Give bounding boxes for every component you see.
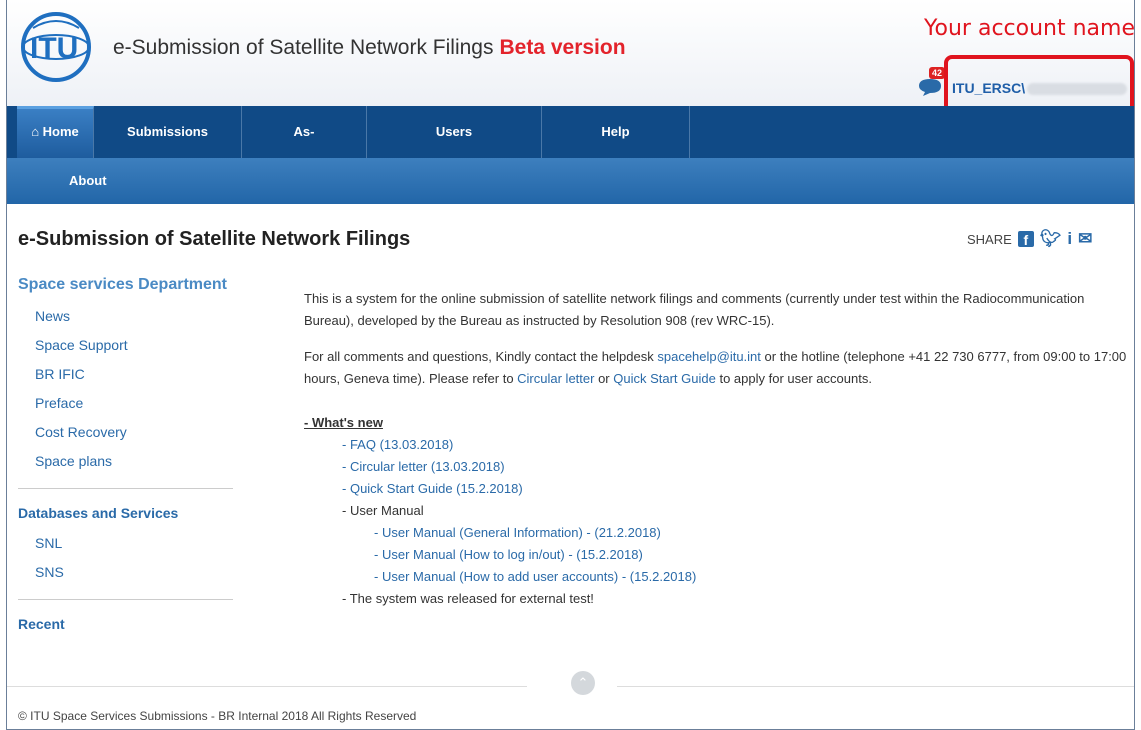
- contact-text: For all comments and questions, Kindly c…: [304, 349, 658, 364]
- sidebar: Space services Department News Space Sup…: [18, 276, 238, 640]
- quick-start-guide-news-label: Quick Start Guide (15.2.2018): [349, 481, 523, 496]
- sidebar-heading-recent[interactable]: Recent: [18, 616, 238, 632]
- sidebar-item-space-plans[interactable]: Space plans: [18, 447, 238, 476]
- facebook-icon[interactable]: f: [1017, 231, 1034, 248]
- dash: -: [374, 547, 382, 562]
- dash: -: [374, 525, 382, 540]
- quick-start-guide-link[interactable]: Quick Start Guide: [613, 371, 716, 386]
- dash: -: [374, 569, 382, 584]
- sidebar-item-space-support[interactable]: Space Support: [18, 331, 238, 360]
- user-manual-login-label: User Manual (How to log in/out) - (15.2.…: [381, 547, 643, 562]
- dash: -: [342, 459, 350, 474]
- footer-divider: [7, 686, 527, 687]
- header: ITU e-Submission of Satellite Network Fi…: [7, 0, 1135, 125]
- whats-new-heading: - What's new: [304, 415, 383, 430]
- whats-new-section: - What's new - FAQ (13.03.2018) - Circul…: [304, 412, 1134, 610]
- tab-home[interactable]: ⌂ Home: [17, 106, 94, 158]
- annotation-label: Your account name: [924, 16, 1135, 41]
- main-content: This is a system for the online submissi…: [304, 288, 1134, 610]
- home-icon: ⌂: [31, 124, 40, 139]
- list-item: - User Manual (How to log in/out) - (15.…: [304, 544, 1134, 566]
- user-manual-label: - User Manual: [342, 503, 424, 518]
- main-nav: ⌂ Home Submissions As-Received(Res55) Us…: [7, 106, 1134, 191]
- messages-icon[interactable]: [917, 77, 943, 97]
- list-item: - Circular letter (13.03.2018): [304, 456, 1134, 478]
- user-manual-add-users-link[interactable]: - User Manual (How to add user accounts)…: [374, 569, 696, 584]
- beta-label: Beta version: [499, 36, 626, 59]
- tab-users[interactable]: Users: [367, 106, 542, 158]
- site-title: e-Submission of Satellite Network Filing…: [113, 36, 626, 60]
- email-icon[interactable]: ✉: [1078, 230, 1092, 248]
- twitter-icon[interactable]: 🐦︎: [1040, 230, 1062, 248]
- circular-letter-link[interactable]: Circular letter: [517, 371, 594, 386]
- tab-help[interactable]: Help: [542, 106, 690, 158]
- page-title: e-Submission of Satellite Network Filing…: [18, 228, 411, 250]
- dash: -: [342, 481, 350, 496]
- subnav-about[interactable]: About: [69, 158, 107, 204]
- tab-home-label: Home: [42, 124, 79, 139]
- tab-submissions[interactable]: Submissions: [94, 106, 242, 158]
- helpdesk-email-link[interactable]: spacehelp@itu.int: [657, 349, 761, 364]
- message-count-badge: 42: [929, 67, 946, 79]
- user-manual-general-label: User Manual (General Information) - (21.…: [381, 525, 661, 540]
- share-bar: SHARE f 🐦︎ i ✉: [967, 230, 1092, 249]
- release-note: - The system was released for external t…: [342, 591, 594, 606]
- page-frame: ITU e-Submission of Satellite Network Fi…: [6, 0, 1135, 730]
- sidebar-item-cost-recovery[interactable]: Cost Recovery: [18, 418, 238, 447]
- sidebar-divider: [18, 599, 233, 600]
- user-manual-general-link[interactable]: - User Manual (General Information) - (2…: [374, 525, 661, 540]
- site-title-text: e-Submission of Satellite Network Filing…: [113, 36, 494, 59]
- svg-text:ITU: ITU: [30, 32, 78, 65]
- share-label: SHARE: [967, 231, 1012, 247]
- list-item: - FAQ (13.03.2018): [304, 434, 1134, 456]
- list-item: - User Manual (How to add user accounts)…: [304, 566, 1134, 588]
- user-manual-login-link[interactable]: - User Manual (How to log in/out) - (15.…: [374, 547, 643, 562]
- circular-letter-news-label: Circular letter (13.03.2018): [349, 459, 505, 474]
- sidebar-heading-databases[interactable]: Databases and Services: [18, 505, 238, 521]
- dash: -: [342, 437, 350, 452]
- contact-text: to apply for user accounts.: [715, 371, 872, 386]
- footer-divider: [617, 686, 1134, 687]
- circular-letter-news-link[interactable]: - Circular letter (13.03.2018): [342, 459, 505, 474]
- faq-link-label: FAQ (13.03.2018): [349, 437, 454, 452]
- sidebar-item-snl[interactable]: SNL: [18, 529, 238, 558]
- user-manual-add-users-label: User Manual (How to add user accounts) -…: [381, 569, 697, 584]
- sidebar-item-br-ific[interactable]: BR IFIC: [18, 360, 238, 389]
- chevron-up-icon: ⌃: [577, 675, 589, 690]
- sidebar-divider: [18, 488, 233, 489]
- scroll-top-button[interactable]: ⌃: [571, 671, 595, 695]
- footer-copyright: © ITU Space Services Submissions - BR In…: [18, 709, 417, 723]
- faq-link[interactable]: - FAQ (13.03.2018): [342, 437, 453, 452]
- sidebar-item-sns[interactable]: SNS: [18, 558, 238, 587]
- sidebar-heading-space-services[interactable]: Space services Department: [18, 276, 238, 294]
- contact-text: or: [594, 371, 614, 386]
- sub-nav: About: [7, 158, 1134, 204]
- info-icon[interactable]: i: [1067, 230, 1072, 248]
- quick-start-guide-news-link[interactable]: - Quick Start Guide (15.2.2018): [342, 481, 523, 496]
- intro-paragraph: This is a system for the online submissi…: [304, 291, 1085, 328]
- sidebar-item-preface[interactable]: Preface: [18, 389, 238, 418]
- contact-paragraph: For all comments and questions, Kindly c…: [304, 346, 1134, 390]
- list-item: - Quick Start Guide (15.2.2018): [304, 478, 1134, 500]
- sidebar-item-news[interactable]: News: [18, 302, 238, 331]
- tab-as-received[interactable]: As-Received(Res55): [242, 106, 367, 191]
- itu-logo[interactable]: ITU: [19, 10, 93, 84]
- list-item: - User Manual (General Information) - (2…: [304, 522, 1134, 544]
